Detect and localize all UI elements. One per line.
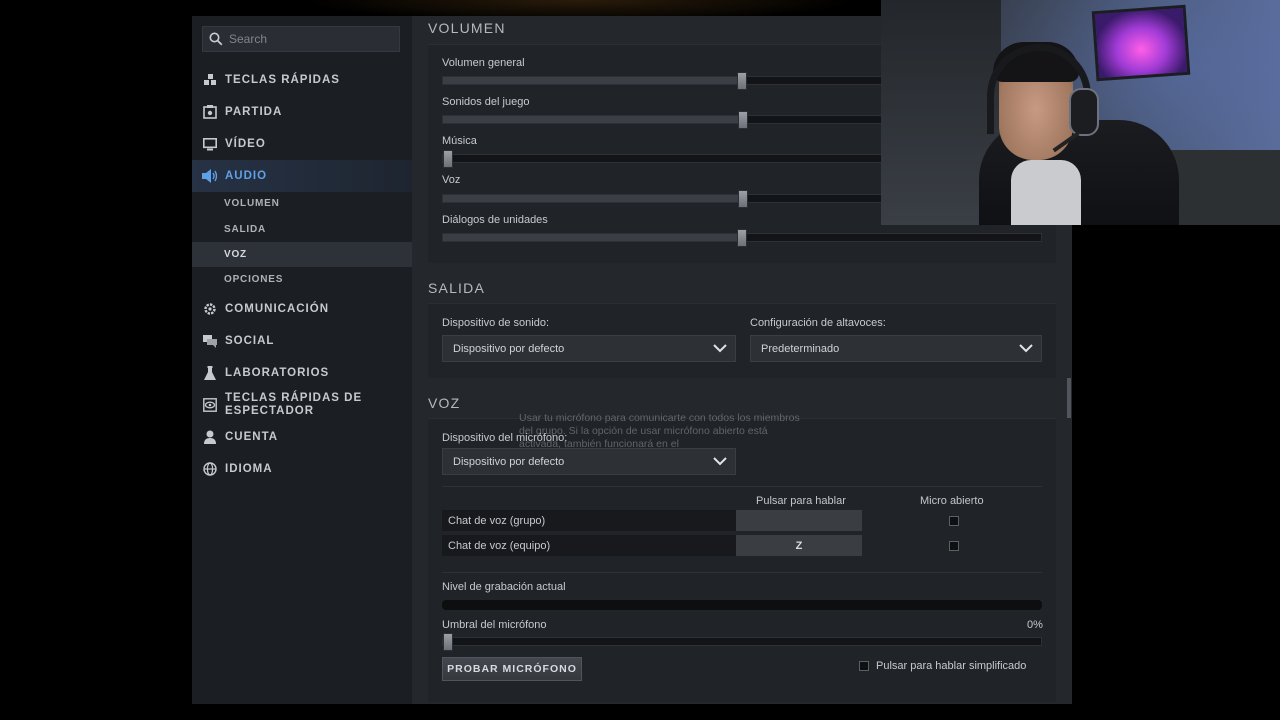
- voice-chat-team-open-mic-checkbox[interactable]: [949, 541, 959, 551]
- column-header-push-to-talk: Pulsar para hablar: [756, 495, 846, 507]
- chat-icon: [202, 333, 218, 349]
- sidebar-item-laboratorios[interactable]: LABORATORIOS: [192, 357, 412, 389]
- globe-icon: [202, 461, 218, 477]
- divider: [442, 486, 1042, 487]
- slider-thumb[interactable]: [738, 111, 749, 129]
- grid-icon: [202, 72, 218, 88]
- sidebar-item-partida[interactable]: PARTIDA: [192, 96, 412, 128]
- sidebar-subitem-label: OPCIONES: [224, 274, 284, 285]
- webcam-person-shirt: [1011, 160, 1081, 225]
- mic-threshold-slider[interactable]: [442, 633, 1042, 651]
- sidebar-item-comunicacion[interactable]: COMUNICACIÓN: [192, 293, 412, 325]
- sidebar-item-label: COMUNICACIÓN: [225, 303, 329, 315]
- sidebar-item-idioma[interactable]: IDIOMA: [192, 453, 412, 485]
- mic-threshold-value: 0%: [1027, 619, 1043, 631]
- sidebar-item-label: VÍDEO: [225, 138, 266, 150]
- slider-thumb[interactable]: [737, 72, 747, 90]
- sidebar-subitem-label: VOLUMEN: [224, 198, 280, 209]
- section-title-salida: SALIDA: [428, 280, 485, 296]
- sidebar-subitem-opciones[interactable]: OPCIONES: [192, 267, 412, 292]
- divider: [442, 572, 1042, 573]
- recording-level-label: Nivel de grabación actual: [442, 581, 566, 593]
- monitor-icon: [202, 136, 218, 152]
- sidebar-item-label: IDIOMA: [225, 463, 273, 475]
- sidebar-item-label: PARTIDA: [225, 106, 283, 118]
- sidebar-item-social[interactable]: SOCIAL: [192, 325, 412, 357]
- sidebar: TECLAS RÁPIDAS PARTIDA VÍDEO AUDIO VOLUM…: [192, 16, 412, 704]
- slider-label: Volumen general: [442, 57, 525, 69]
- mic-device-label: Dispositivo del micrófono:: [442, 432, 568, 444]
- mic-device-dropdown[interactable]: Dispositivo por defecto: [442, 448, 736, 475]
- sidebar-subitem-label: SALIDA: [224, 224, 267, 235]
- search-box[interactable]: [202, 26, 400, 52]
- sidebar-subitem-volumen[interactable]: VOLUMEN: [192, 191, 412, 216]
- test-microphone-button[interactable]: PROBAR MICRÓFONO: [442, 657, 582, 681]
- voice-chat-party-open-mic-checkbox[interactable]: [949, 516, 959, 526]
- sidebar-item-label: LABORATORIOS: [225, 367, 330, 379]
- sound-device-label: Dispositivo de sonido:: [442, 317, 550, 329]
- recording-level-meter: [442, 600, 1042, 610]
- gear-icon: [202, 301, 218, 317]
- slider-label: Música: [442, 135, 477, 147]
- mic-threshold-label: Umbral del micrófono: [442, 619, 547, 631]
- sidebar-item-teclas-rapidas[interactable]: TECLAS RÁPIDAS: [192, 64, 412, 96]
- voice-chat-team-label: Chat de voz (equipo): [442, 535, 736, 556]
- slider-thumb[interactable]: [738, 190, 749, 208]
- sidebar-item-teclas-espectador[interactable]: TECLAS RÁPIDAS DE ESPECTADOR: [192, 388, 412, 422]
- sidebar-subitem-salida[interactable]: SALIDA: [192, 217, 412, 242]
- sidebar-item-label: TECLAS RÁPIDAS: [225, 74, 340, 86]
- gamepad-icon: [202, 104, 218, 120]
- column-header-open-mic: Micro abierto: [920, 495, 984, 507]
- voice-chat-party-label: Chat de voz (grupo): [442, 510, 736, 531]
- sidebar-subitem-voz[interactable]: VOZ: [192, 242, 412, 267]
- slider-thumb[interactable]: [443, 633, 453, 651]
- headset-earcup: [1069, 88, 1099, 136]
- chevron-down-icon: [713, 455, 727, 470]
- sidebar-item-label: CUENTA: [225, 431, 279, 443]
- sidebar-item-label: SOCIAL: [225, 335, 275, 347]
- sidebar-subitem-label: VOZ: [224, 249, 247, 260]
- webcam-tv-fireplace: [1091, 4, 1191, 82]
- sound-device-dropdown[interactable]: Dispositivo por defecto: [442, 335, 736, 362]
- search-icon: [209, 32, 223, 46]
- sidebar-item-video[interactable]: VÍDEO: [192, 128, 412, 160]
- dropdown-value: Dispositivo por defecto: [453, 455, 565, 468]
- slider-label: Voz: [442, 174, 461, 186]
- section-title-voz: VOZ: [428, 395, 461, 411]
- chevron-down-icon: [1019, 342, 1033, 357]
- webcam-sofa: [1171, 150, 1280, 225]
- speaker-icon: [202, 168, 218, 184]
- voice-chat-team-keybind[interactable]: Z: [736, 535, 862, 556]
- sidebar-item-cuenta[interactable]: CUENTA: [192, 421, 412, 453]
- slider-label: Diálogos de unidades: [442, 214, 548, 226]
- dropdown-value: Predeterminado: [761, 342, 840, 355]
- eye-icon: [202, 397, 218, 413]
- speaker-config-label: Configuración de altavoces:: [750, 317, 886, 329]
- volume-dialogue-slider[interactable]: [442, 229, 1042, 247]
- slider-thumb[interactable]: [443, 150, 453, 168]
- flask-icon: [202, 365, 218, 381]
- section-title-volumen: VOLUMEN: [428, 20, 506, 36]
- sidebar-item-label: TECLAS RÁPIDAS DE ESPECTADOR: [225, 392, 363, 417]
- slider-thumb[interactable]: [737, 229, 747, 247]
- sidebar-item-audio[interactable]: AUDIO: [192, 160, 412, 192]
- sidebar-item-label: AUDIO: [225, 170, 268, 182]
- scrollbar-thumb[interactable]: [1067, 378, 1071, 418]
- chevron-down-icon: [713, 342, 727, 357]
- voice-chat-party-keybind[interactable]: [736, 510, 862, 531]
- simplified-ptt-label: Pulsar para hablar simplificado: [876, 660, 1027, 672]
- dropdown-value: Dispositivo por defecto: [453, 342, 565, 355]
- slider-label: Sonidos del juego: [442, 96, 530, 108]
- user-icon: [202, 429, 218, 445]
- simplified-ptt-checkbox[interactable]: [859, 661, 869, 671]
- speaker-config-dropdown[interactable]: Predeterminado: [750, 335, 1042, 362]
- search-input[interactable]: [229, 32, 389, 46]
- webcam-overlay: [881, 0, 1280, 225]
